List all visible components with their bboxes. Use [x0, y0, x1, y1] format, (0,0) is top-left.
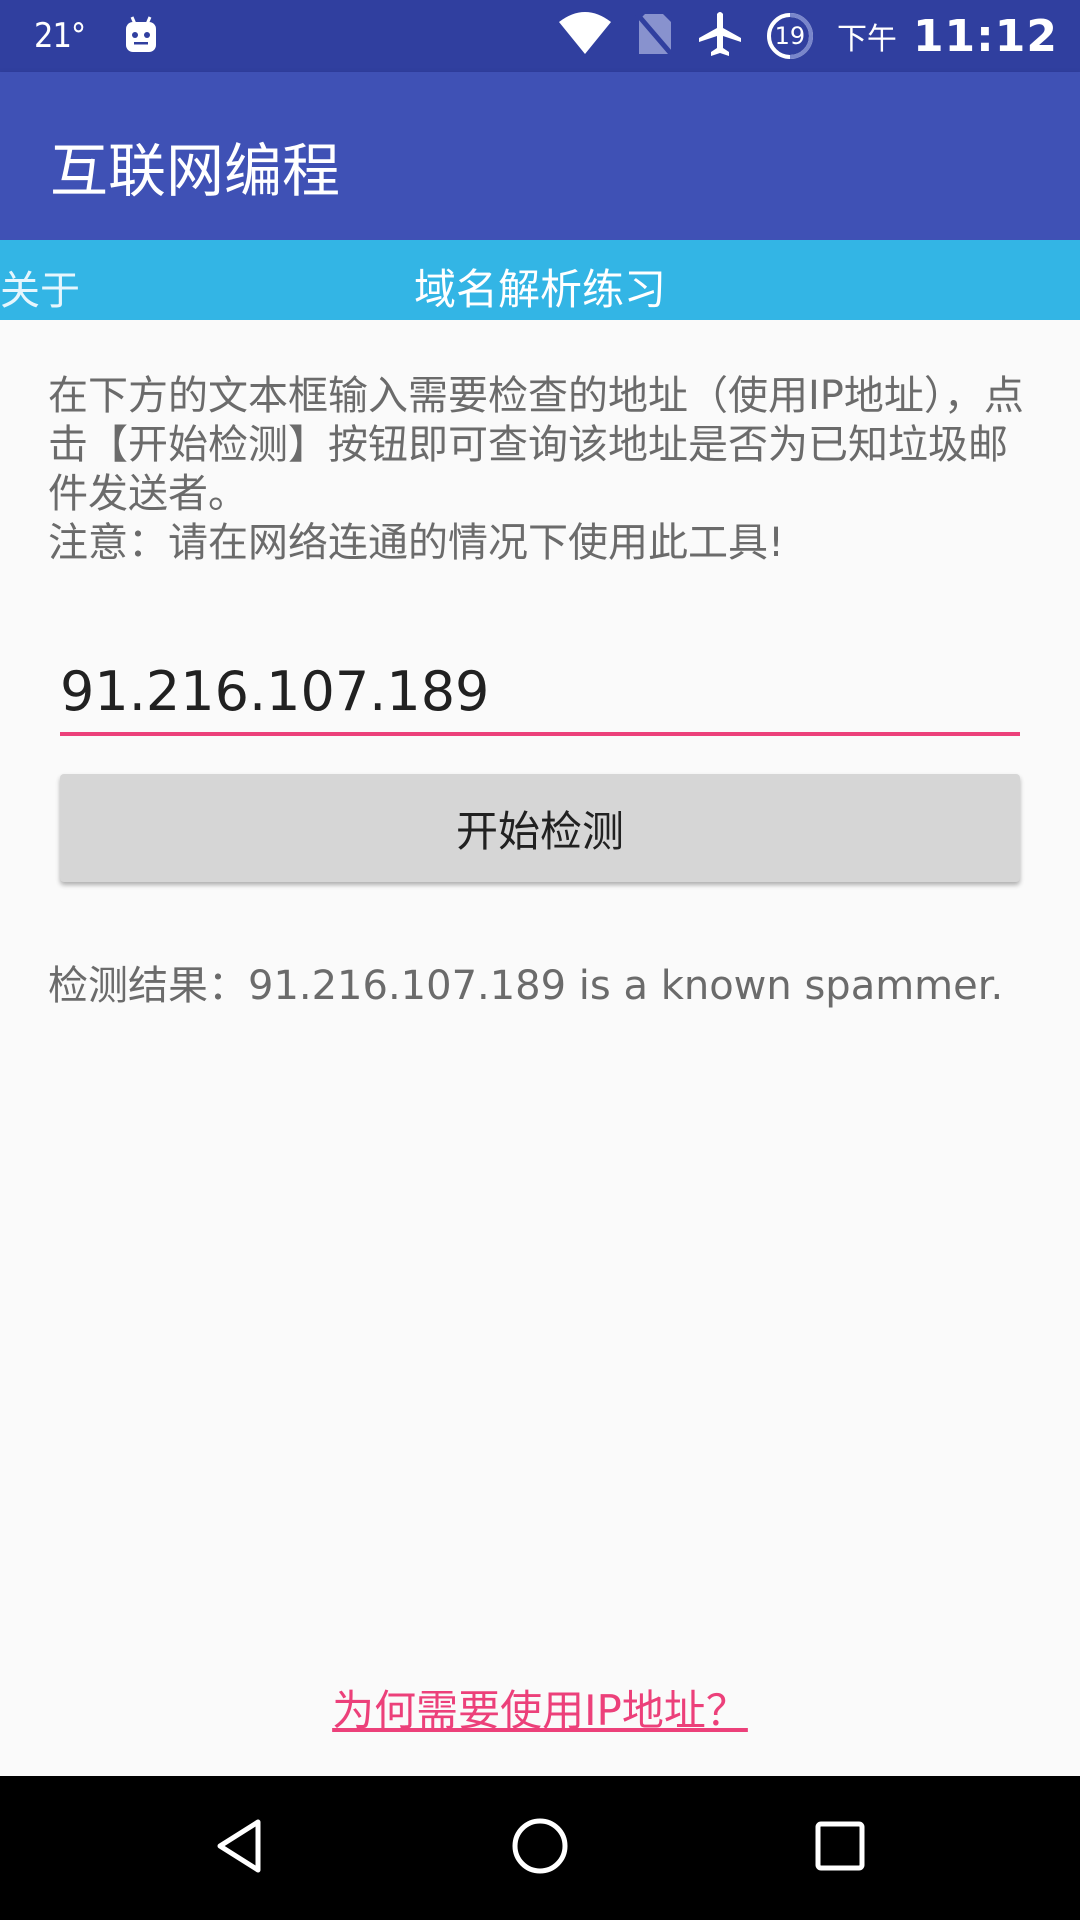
no-sim-icon	[635, 10, 675, 62]
wifi-icon	[557, 10, 613, 62]
recents-icon	[812, 1818, 868, 1878]
app-bar: 互联网编程	[0, 72, 1080, 240]
home-icon	[510, 1816, 570, 1880]
sub-header-bar: 关于 域名解析练习	[0, 240, 1080, 320]
instructions-text: 在下方的文本框输入需要检查的地址（使用IP地址），点击【开始检测】按钮即可查询该…	[48, 372, 1038, 568]
airplane-mode-icon	[697, 10, 743, 62]
status-bar: 21° 19 下午 11:12	[0, 0, 1080, 72]
instructions-line-1: 在下方的文本框输入需要检查的地址（使用IP地址），点击【开始检测】按钮即可查询该…	[48, 373, 1024, 517]
battery-saver-icon: 19	[765, 11, 815, 61]
check-result-text: 检测结果：91.216.107.189 is a known spammer.	[48, 963, 1004, 1009]
why-ip-address-link[interactable]: 为何需要使用IP地址？	[0, 1677, 1080, 1738]
page-title: 域名解析练习	[413, 265, 666, 314]
clock-ampm: 下午	[836, 22, 897, 57]
home-button[interactable]	[490, 1798, 590, 1898]
back-button[interactable]	[190, 1798, 290, 1898]
ip-address-input[interactable]	[60, 650, 1020, 736]
navigation-bar	[0, 1776, 1080, 1920]
instructions-line-2: 注意：请在网络连通的情况下使用此工具!	[48, 520, 785, 566]
android-notification-icon	[121, 14, 161, 58]
battery-level: 19	[774, 22, 806, 50]
clock-time: 11:12	[912, 10, 1058, 62]
status-bar-left: 21°	[34, 14, 161, 58]
recents-button[interactable]	[790, 1798, 890, 1898]
app-title: 互联网编程	[50, 137, 341, 205]
back-icon	[210, 1816, 270, 1880]
weather-temperature: 21°	[34, 16, 86, 56]
status-bar-right: 19 下午 11:12	[557, 8, 1058, 64]
start-check-button[interactable]: 开始检测	[60, 774, 1020, 882]
